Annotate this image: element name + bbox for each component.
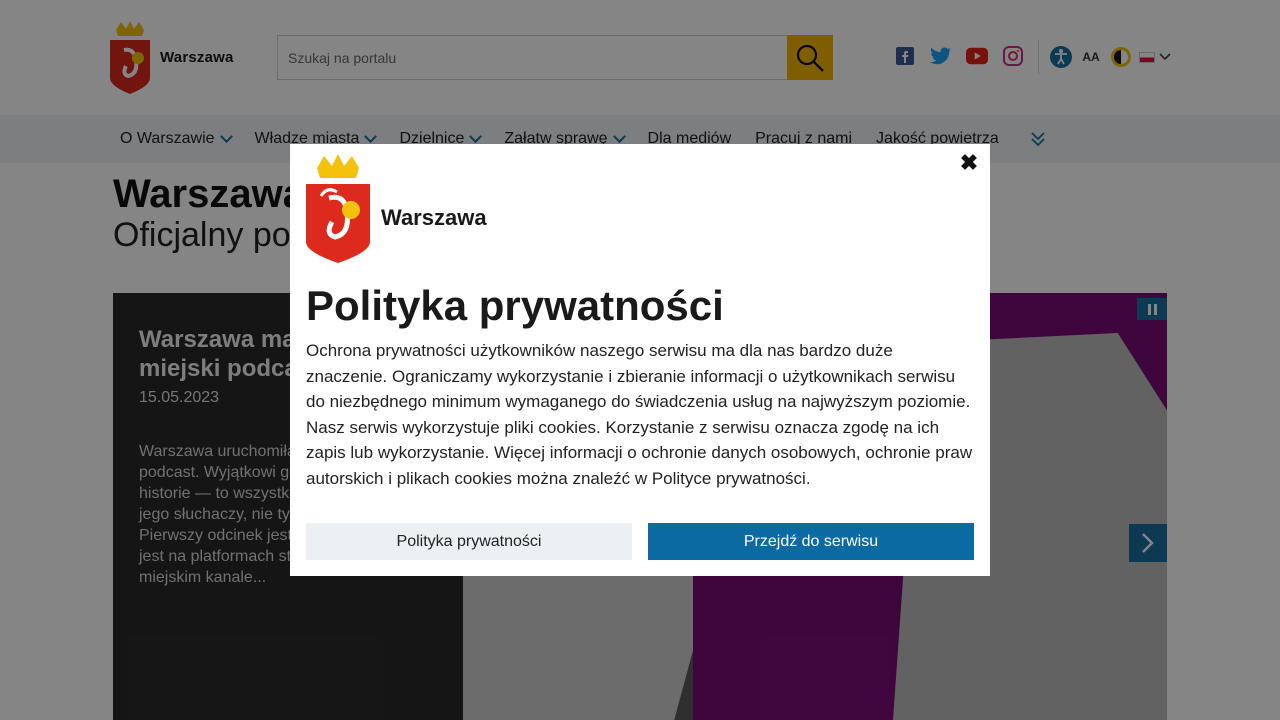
close-icon[interactable]: ✖ (958, 152, 980, 174)
warsaw-coat-of-arms-icon (306, 154, 370, 263)
privacy-policy-modal: ✖ Warszawa Polityka prywatności Ochrona … (290, 144, 990, 576)
page: Warszawa Szukaj na portalu AA O Warszawi… (0, 0, 1280, 720)
privacy-policy-button[interactable]: Polityka prywatności (306, 523, 632, 560)
modal-title: Polityka prywatności (306, 282, 724, 329)
go-to-service-button[interactable]: Przejdź do serwisu (648, 523, 974, 560)
modal-body-text: Ochrona prywatności użytkowników naszego… (306, 341, 973, 488)
modal-logo-text: Warszawa (381, 205, 487, 230)
modal-logo: Warszawa (305, 152, 487, 264)
